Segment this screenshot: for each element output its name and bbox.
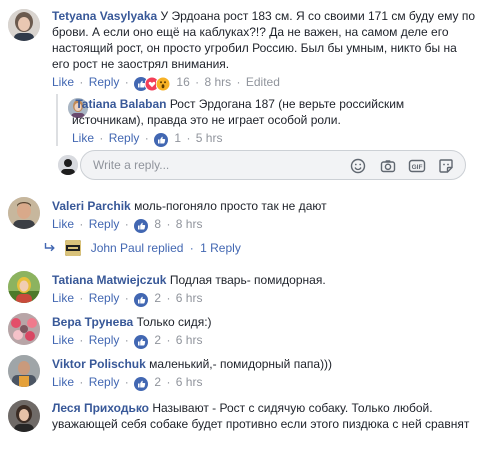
reply-arrow-icon — [44, 243, 55, 252]
comment-author[interactable]: Viktor Polischuk — [52, 357, 146, 371]
comment-actions: Like · Reply · 2 · 6 hrs — [52, 290, 477, 309]
like-reaction-icon — [134, 377, 149, 391]
like-reaction-icon — [134, 293, 149, 307]
write-reply-box[interactable]: GIF — [80, 150, 466, 180]
like-button[interactable]: Like — [52, 217, 74, 231]
svg-text:GIF: GIF — [412, 164, 423, 171]
reaction-count[interactable]: 8 — [154, 217, 161, 231]
comment-actions: Like · Reply · 2 · 6 hrs — [52, 332, 477, 351]
reactions-summary[interactable] — [134, 335, 149, 351]
camera-icon[interactable] — [380, 158, 396, 177]
current-user-avatar — [58, 155, 78, 175]
like-reaction-icon — [134, 335, 149, 349]
comment-author[interactable]: Valeri Parchik — [52, 199, 131, 213]
comment-author[interactable]: Tatiana Matwiejczuk — [52, 273, 166, 287]
reply-button[interactable]: Reply — [89, 291, 120, 305]
like-reaction-icon — [134, 219, 149, 233]
gif-icon[interactable]: GIF — [408, 158, 426, 177]
avatar[interactable] — [8, 9, 40, 41]
comment-text: Valeri Parchik моль-погоняло просто так … — [52, 198, 477, 214]
like-button[interactable]: Like — [72, 131, 94, 145]
reaction-count[interactable]: 1 — [174, 131, 181, 145]
like-button[interactable]: Like — [52, 333, 74, 347]
comment-time[interactable]: 6 hrs — [176, 375, 203, 389]
edited-label[interactable]: Edited — [246, 75, 280, 89]
wow-reaction-icon — [156, 77, 171, 91]
replies-summary[interactable]: John Paul replied · 1 Reply — [44, 240, 241, 256]
avatar[interactable] — [8, 355, 40, 387]
reply-button[interactable]: Reply — [89, 375, 120, 389]
reply-thread-line — [56, 94, 58, 146]
comment-time[interactable]: 8 hrs — [204, 75, 231, 89]
like-button[interactable]: Like — [52, 291, 74, 305]
reply-button[interactable]: Reply — [89, 217, 120, 231]
avatar[interactable] — [8, 197, 40, 229]
replied-separator: · — [189, 241, 194, 255]
reactions-summary[interactable] — [154, 133, 169, 149]
avatar[interactable] — [8, 313, 40, 345]
reaction-count[interactable]: 2 — [154, 333, 161, 347]
reaction-count[interactable]: 2 — [154, 291, 161, 305]
comment-text: Viktor Polischuk маленький,- помидорный … — [52, 356, 477, 372]
comment-time[interactable]: 5 hrs — [196, 131, 223, 145]
comment-actions: Like · Reply · 16 · 8 hrs · Edited — [52, 74, 477, 93]
reply-button[interactable]: Reply — [89, 333, 120, 347]
comment-author[interactable]: Вера Трунева — [52, 315, 133, 329]
reaction-count[interactable]: 2 — [154, 375, 161, 389]
comment-time[interactable]: 6 hrs — [176, 291, 203, 305]
comment-text: Tetyana Vasylyaka У Эрдоана рост 183 см.… — [52, 8, 477, 72]
reactions-summary[interactable] — [134, 293, 149, 309]
reply-button[interactable]: Reply — [109, 131, 140, 145]
comment-message: моль-погоняло просто так не дают — [134, 199, 327, 213]
comment-text: Леся Приходько Называют - Рост с сидячую… — [52, 400, 477, 432]
comment-actions: Like · Reply · 1 · 5 hrs — [72, 130, 477, 149]
sticker-icon[interactable] — [438, 158, 454, 177]
reactions-summary[interactable] — [134, 77, 171, 93]
like-button[interactable]: Like — [52, 75, 74, 89]
comment-text: Tatiana Matwiejczuk Подлая тварь- помидо… — [52, 272, 477, 288]
reaction-count[interactable]: 16 — [176, 75, 189, 89]
comment-time[interactable]: 8 hrs — [176, 217, 203, 231]
reply-button[interactable]: Reply — [89, 75, 120, 89]
reply-count[interactable]: 1 Reply — [200, 241, 241, 255]
emoji-icon[interactable] — [350, 158, 366, 177]
like-reaction-icon — [154, 133, 169, 147]
avatar[interactable] — [8, 400, 40, 432]
comment-text: Tatiana Balaban Рост Эрдогана 187 (не ве… — [72, 96, 477, 128]
comment-message: Подлая тварь- помидорная. — [169, 273, 326, 287]
comment-message: маленький,- помидорный папа))) — [149, 357, 333, 371]
comment-time[interactable]: 6 hrs — [176, 333, 203, 347]
avatar — [65, 240, 82, 256]
comment-author[interactable]: Tatiana Balaban — [75, 97, 166, 111]
comment-actions: Like · Reply · 2 · 6 hrs — [52, 374, 477, 393]
reply-input[interactable] — [91, 157, 345, 173]
comment-author[interactable]: Леся Приходько — [52, 401, 149, 415]
avatar[interactable] — [8, 271, 40, 303]
replied-label: replied — [147, 241, 184, 255]
replier-name[interactable]: John Paul — [91, 241, 144, 255]
reactions-summary[interactable] — [134, 219, 149, 235]
reactions-summary[interactable] — [134, 377, 149, 393]
comment-author[interactable]: Tetyana Vasylyaka — [52, 9, 157, 23]
comment-text: Вера Трунева Только сидя:) — [52, 314, 477, 330]
like-button[interactable]: Like — [52, 375, 74, 389]
comment-message: Только сидя:) — [136, 315, 212, 329]
comment-actions: Like · Reply · 8 · 8 hrs — [52, 216, 477, 235]
